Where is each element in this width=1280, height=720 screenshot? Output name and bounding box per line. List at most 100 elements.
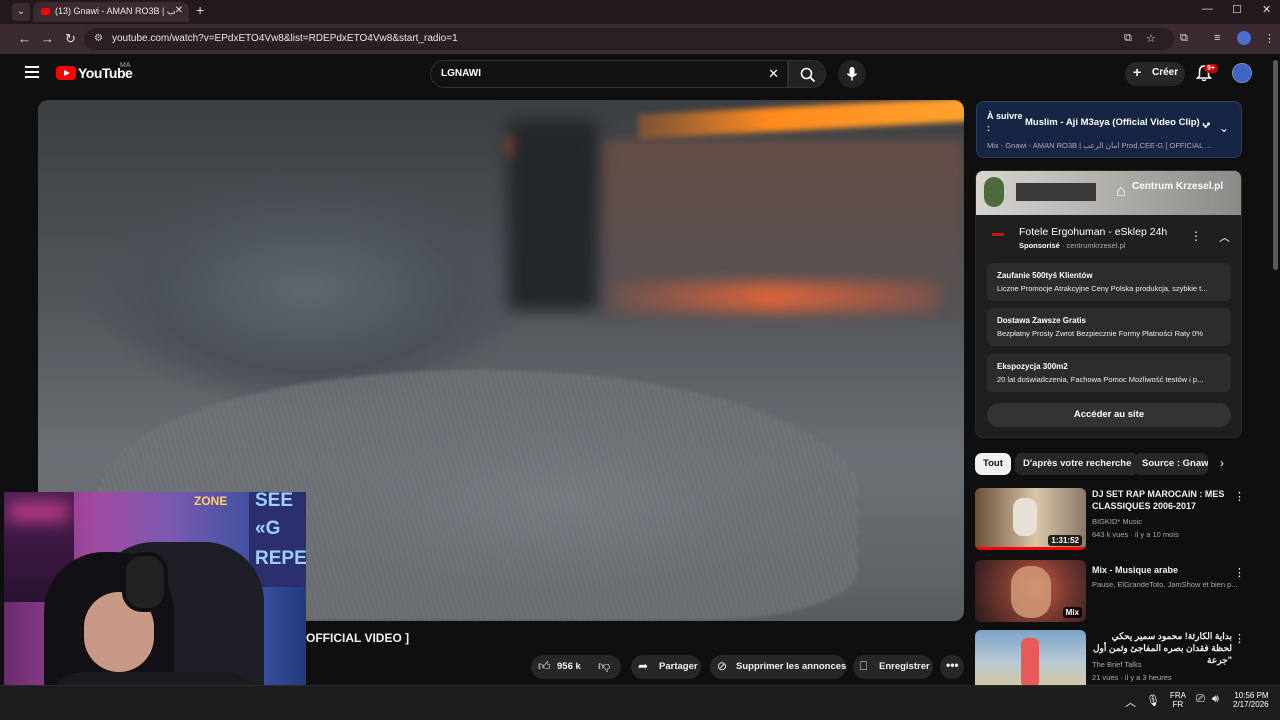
channel-name[interactable]: BIGKID* Music bbox=[1092, 517, 1242, 526]
ad-sitelink-desc: 20 lat doświadczenia, Fachowa Pomoc Możl… bbox=[997, 375, 1204, 384]
video-thumbnail[interactable]: Mix bbox=[975, 560, 1086, 622]
more-options-icon[interactable]: ⋮ bbox=[1234, 566, 1245, 579]
video-thumbnail[interactable] bbox=[975, 630, 1086, 685]
tab-title: (13) Gnawi - AMAN RO3B | عب bbox=[55, 6, 175, 16]
up-next-card[interactable]: À suivre : Muslim - Aji M3aya (Official … bbox=[976, 101, 1242, 158]
list-item[interactable]: بداية الكارثة! محمود سمير يحكي لحظة فقدا… bbox=[975, 630, 1245, 685]
video-thumbnail[interactable]: 1:31:52 bbox=[975, 488, 1086, 550]
browser-tab-youtube[interactable]: (13) Gnawi - AMAN RO3B | عب ✕ bbox=[33, 2, 189, 22]
dislike-icon[interactable]: 👎︎ bbox=[598, 659, 610, 674]
like-count[interactable]: 956 k bbox=[557, 661, 581, 672]
channel-name[interactable]: Pause, ElGrandeToto, JamShow et bien p..… bbox=[1092, 580, 1242, 589]
page-scrollbar[interactable] bbox=[1273, 60, 1278, 270]
chevron-down-icon[interactable]: ⌄ bbox=[1219, 121, 1229, 135]
ad-sitelink[interactable]: Ekspozycja 300m2 20 lat doświadczenia, F… bbox=[987, 354, 1231, 392]
ad-sitelink-desc: Liczne Promocje Atrakcyjne Ceny Polska p… bbox=[997, 284, 1208, 293]
up-next-label: À suivre : bbox=[987, 111, 1023, 133]
ad-sitelink-heading: Zaufanie 500tyś Klientów bbox=[997, 271, 1093, 280]
like-icon[interactable]: 👍︎ bbox=[538, 659, 551, 674]
site-info-icon[interactable]: ⚙ bbox=[94, 33, 103, 44]
install-app-icon[interactable]: ⧉ bbox=[1124, 32, 1132, 45]
list-item[interactable]: 1:31:52 DJ SET RAP MAROCAIN : MES CLASSI… bbox=[975, 488, 1245, 550]
chip-source[interactable]: Source : Gnawi bbox=[1134, 453, 1208, 475]
poster-text-1: SEE bbox=[255, 492, 294, 511]
browser-menu-icon[interactable]: ⋮ bbox=[1264, 32, 1275, 45]
poster-text-2: «G bbox=[255, 518, 281, 539]
ad-banner-image[interactable]: ⌂ Centrum Krzesel.pl bbox=[976, 171, 1241, 215]
country-code: MA bbox=[120, 62, 131, 69]
webcam-headset bbox=[122, 552, 168, 612]
chevron-right-icon[interactable]: › bbox=[1220, 456, 1224, 470]
search-input[interactable]: LGNAWI ✕ bbox=[430, 60, 788, 88]
chip-from-search[interactable]: D'après votre recherche bbox=[1015, 453, 1140, 475]
more-options-icon[interactable]: ⋮ bbox=[1234, 490, 1245, 503]
youtube-logo-icon[interactable] bbox=[56, 66, 76, 80]
network-icon[interactable]: ⎚ bbox=[1196, 693, 1205, 706]
save-button[interactable]: ⎕ Enregistrer bbox=[853, 655, 933, 679]
microphone-tray-icon[interactable]: 🎙︎ bbox=[1146, 694, 1160, 707]
ad-sitelink[interactable]: Zaufanie 500tyś Klientów Liczne Promocje… bbox=[987, 263, 1231, 301]
more-actions-button[interactable]: ••• bbox=[940, 655, 964, 679]
thumb-bottle bbox=[1021, 638, 1039, 685]
more-horizontal-icon: ••• bbox=[946, 658, 959, 672]
save-label: Enregistrer bbox=[879, 661, 930, 672]
language-indicator[interactable]: FRA FR bbox=[1170, 691, 1186, 709]
up-next-title[interactable]: Muslim - Aji M3aya (Official Video Clip)… bbox=[1025, 117, 1210, 128]
clock-time: 10:56 PM bbox=[1234, 691, 1269, 700]
clear-search-icon[interactable]: ✕ bbox=[768, 66, 779, 82]
volume-icon[interactable]: 🔊︎ bbox=[1212, 693, 1219, 706]
poster-text-3: REPE bbox=[255, 548, 306, 569]
chip-all[interactable]: Tout bbox=[975, 453, 1011, 475]
chevron-up-icon[interactable]: ︿ bbox=[1219, 229, 1230, 245]
plus-icon: + bbox=[1133, 64, 1142, 80]
url-text[interactable]: youtube.com/watch?v=EPdxETO4Vw8&list=RDE… bbox=[112, 33, 458, 44]
menu-hamburger-icon[interactable] bbox=[25, 66, 39, 81]
ad-domain: centrumkrzesel.pl bbox=[1066, 241, 1126, 250]
window-minimize-button[interactable]: — bbox=[1202, 3, 1213, 15]
more-options-icon[interactable]: ⋮ bbox=[1234, 632, 1245, 645]
share-button[interactable]: ➦ Partager bbox=[631, 655, 701, 679]
clock[interactable]: 10:56 PM 2/17/2026 bbox=[1233, 691, 1269, 709]
microphone-icon bbox=[846, 67, 858, 81]
ad-title[interactable]: Fotele Ergohuman - eSklep 24h bbox=[1019, 226, 1167, 238]
remove-ads-button[interactable]: ⊘ Supprimer les annonces bbox=[710, 655, 846, 679]
channel-name[interactable]: The Brief Talks bbox=[1092, 660, 1242, 669]
account-avatar[interactable] bbox=[1232, 63, 1252, 83]
create-button[interactable]: + Créer bbox=[1125, 62, 1185, 86]
ad-sitelink[interactable]: Dostawa Zawsze Gratis Bezpłatny Prosty Z… bbox=[987, 308, 1231, 346]
list-item[interactable]: Mix Mix - Musique arabe Pause, ElGrandeT… bbox=[975, 560, 1245, 622]
voice-search-button[interactable] bbox=[838, 60, 866, 88]
window-close-button[interactable]: ✕ bbox=[1262, 3, 1271, 16]
share-label: Partager bbox=[659, 661, 698, 672]
thumb-face bbox=[1011, 566, 1051, 618]
tab-close-icon[interactable]: ✕ bbox=[175, 5, 183, 16]
chevron-up-tray-icon[interactable]: ︿ bbox=[1125, 694, 1136, 710]
bookmark-star-icon[interactable]: ☆ bbox=[1146, 32, 1156, 45]
ad-sponsored-line: Sponsorisé · centrumkrzesel.pl bbox=[1019, 241, 1126, 250]
window-maximize-button[interactable]: ☐ bbox=[1232, 3, 1242, 16]
video-title[interactable]: Mix - Musique arabe bbox=[1092, 564, 1227, 576]
extensions-icon[interactable]: ⧉ bbox=[1180, 32, 1188, 45]
ad-sponsored-label: Sponsorisé bbox=[1019, 241, 1060, 250]
reload-icon[interactable]: ↻ bbox=[65, 31, 76, 47]
video-duration: Mix bbox=[1062, 607, 1082, 618]
windows-taskbar: ︿ 🎙︎ FRA FR ⎚ 🔊︎ 10:56 PM 2/17/2026 bbox=[0, 685, 1280, 720]
ad-sitelink-heading: Dostawa Zawsze Gratis bbox=[997, 316, 1086, 325]
search-query[interactable]: LGNAWI bbox=[441, 68, 481, 79]
watch-progress-bar bbox=[975, 547, 1086, 550]
tab-search-dropdown-icon[interactable]: ⌄ bbox=[12, 3, 30, 21]
like-dislike-group: 👍︎ 956 k 👎︎ bbox=[531, 655, 621, 679]
webcam-leds bbox=[8, 502, 68, 522]
video-title[interactable]: DJ SET RAP MAROCAIN : MES CLASSIQUES 200… bbox=[1092, 488, 1227, 512]
visit-site-button[interactable]: Accéder au site bbox=[987, 403, 1231, 427]
webcam-poster: SEE «G REPE bbox=[249, 492, 306, 587]
browser-profile-avatar[interactable] bbox=[1237, 31, 1251, 45]
create-label: Créer bbox=[1152, 67, 1179, 78]
ad-more-options-icon[interactable]: ⋮ bbox=[1190, 229, 1202, 243]
forward-arrow-icon[interactable]: → bbox=[41, 31, 54, 46]
search-button[interactable] bbox=[788, 60, 826, 88]
address-bar[interactable]: ⚙ youtube.com/watch?v=EPdxETO4Vw8&list=R… bbox=[84, 28, 1174, 50]
back-arrow-icon[interactable]: ← bbox=[18, 31, 31, 46]
new-tab-button[interactable]: + bbox=[196, 2, 204, 18]
reading-list-icon[interactable]: ≡ bbox=[1214, 32, 1220, 44]
